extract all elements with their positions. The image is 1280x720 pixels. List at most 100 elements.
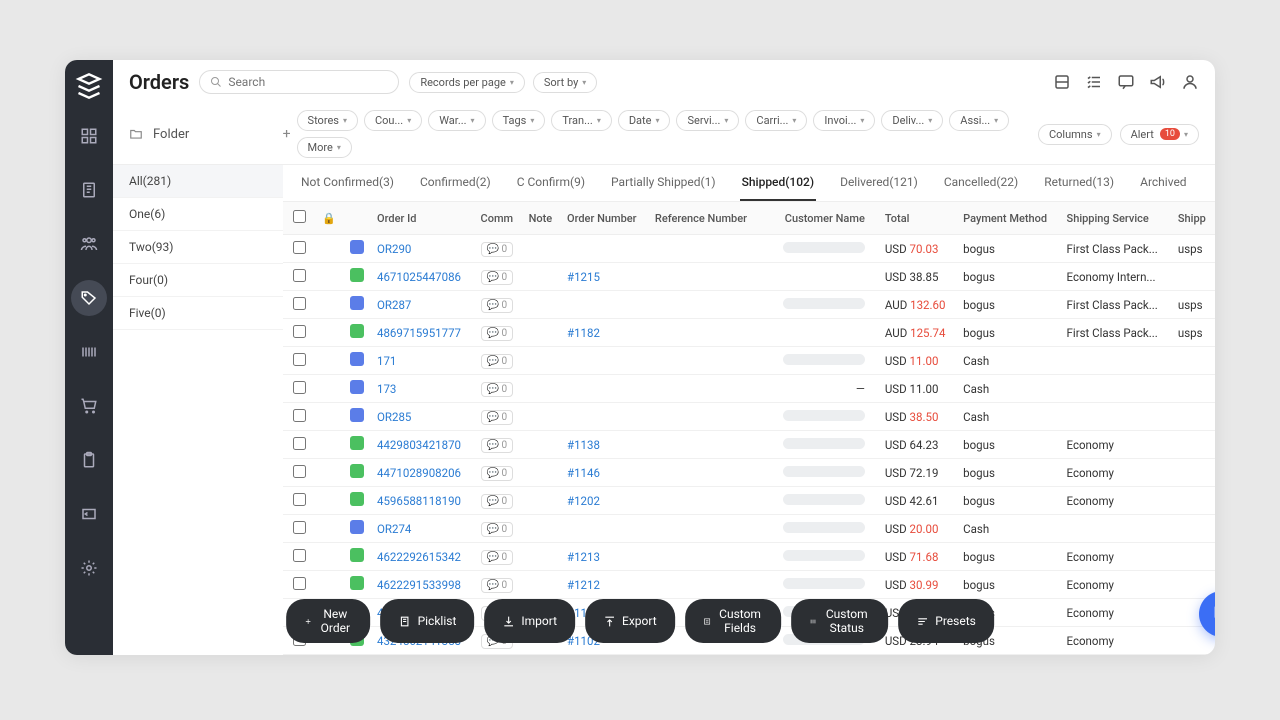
action-button[interactable]: Picklist (381, 599, 475, 643)
order-id-link[interactable]: 4471028908206 (377, 466, 461, 480)
row-checkbox[interactable] (293, 409, 306, 422)
select-all-checkbox[interactable] (293, 210, 306, 223)
order-id-link[interactable]: OR290 (377, 242, 411, 256)
add-folder-button[interactable]: + (283, 126, 291, 142)
row-checkbox[interactable] (293, 521, 306, 534)
search-box[interactable] (199, 70, 399, 94)
row-checkbox[interactable] (293, 381, 306, 394)
order-number-link[interactable]: #1182 (567, 326, 600, 340)
row-checkbox[interactable] (293, 353, 306, 366)
nav-users-icon[interactable] (71, 226, 107, 262)
columns-dropdown[interactable]: Columns▾ (1038, 124, 1112, 145)
order-id-link[interactable]: 173 (377, 382, 396, 396)
action-button[interactable]: Export (585, 599, 675, 643)
tab[interactable]: Not Confirmed(3) (299, 165, 396, 201)
comment-count[interactable]: 💬 0 (481, 298, 514, 313)
tab[interactable]: Delivered(121) (838, 165, 920, 201)
nav-barcode-icon[interactable] (71, 334, 107, 370)
row-checkbox[interactable] (293, 269, 306, 282)
top-pill[interactable]: Sort by ▾ (533, 72, 597, 93)
folder-item[interactable]: One(6) (113, 198, 283, 231)
comment-count[interactable]: 💬 0 (481, 354, 514, 369)
order-number-link[interactable]: #1202 (567, 494, 600, 508)
comment-count[interactable]: 💬 0 (481, 438, 514, 453)
top-pill[interactable]: Records per page ▾ (409, 72, 525, 93)
tab[interactable]: Returned(13) (1042, 165, 1116, 201)
comment-count[interactable]: 💬 0 (481, 550, 514, 565)
action-button[interactable]: New Order (286, 599, 370, 643)
order-number-link[interactable]: #1212 (567, 578, 600, 592)
tab[interactable]: Partially Shipped(1) (609, 165, 718, 201)
row-checkbox[interactable] (293, 493, 306, 506)
folder-item[interactable]: Two(93) (113, 231, 283, 264)
row-checkbox[interactable] (293, 577, 306, 590)
tab[interactable]: C Confirm(9) (515, 165, 587, 201)
row-checkbox[interactable] (293, 325, 306, 338)
folder-item[interactable]: Five(0) (113, 297, 283, 330)
filter-pill[interactable]: Tran... ▾ (551, 110, 611, 131)
comment-count[interactable]: 💬 0 (481, 522, 514, 537)
order-number-link[interactable]: #1138 (567, 438, 600, 452)
checklist-icon[interactable] (1085, 73, 1103, 91)
order-id-link[interactable]: 4429803421870 (377, 438, 461, 452)
filter-pill[interactable]: Invoi... ▾ (813, 110, 875, 131)
user-icon[interactable] (1181, 73, 1199, 91)
search-input[interactable] (228, 75, 388, 89)
tab[interactable]: Confirmed(2) (418, 165, 493, 201)
row-checkbox[interactable] (293, 465, 306, 478)
scan-icon[interactable] (1053, 73, 1071, 91)
filter-pill[interactable]: Date ▾ (618, 110, 671, 131)
order-id-link[interactable]: OR274 (377, 522, 411, 536)
comment-count[interactable]: 💬 0 (481, 326, 514, 341)
order-id-link[interactable]: 4596588118190 (377, 494, 461, 508)
row-checkbox[interactable] (293, 241, 306, 254)
row-checkbox[interactable] (293, 549, 306, 562)
order-number-link[interactable]: #1215 (567, 270, 600, 284)
nav-document-icon[interactable] (71, 172, 107, 208)
action-button[interactable]: Custom Status (791, 599, 888, 643)
tab[interactable]: Cancelled(22) (942, 165, 1020, 201)
nav-settings-icon[interactable] (71, 550, 107, 586)
comment-count[interactable]: 💬 0 (481, 242, 514, 257)
row-checkbox[interactable] (293, 297, 306, 310)
nav-cart-icon[interactable] (71, 388, 107, 424)
chat-icon[interactable] (1117, 73, 1135, 91)
folder-item[interactable]: All(281) (113, 165, 283, 198)
order-number-link[interactable]: #1213 (567, 550, 600, 564)
order-number-link[interactable]: #1146 (567, 466, 600, 480)
nav-clipboard-icon[interactable] (71, 442, 107, 478)
nav-dashboard-icon[interactable] (71, 118, 107, 154)
filter-pill[interactable]: War... ▾ (428, 110, 485, 131)
filter-pill[interactable]: More ▾ (297, 137, 352, 158)
announce-icon[interactable] (1149, 73, 1167, 91)
filter-pill[interactable]: Carri... ▾ (745, 110, 807, 131)
filter-pill[interactable]: Deliv... ▾ (881, 110, 943, 131)
tab[interactable]: Shipped(102) (740, 165, 816, 201)
filter-pill[interactable]: Stores ▾ (297, 110, 358, 131)
order-id-link[interactable]: OR287 (377, 298, 411, 312)
order-id-link[interactable]: 4869715951777 (377, 326, 461, 340)
order-id-link[interactable]: 4622291533998 (377, 578, 461, 592)
action-button[interactable]: Custom Fields (685, 599, 782, 643)
comment-count[interactable]: 💬 0 (481, 410, 514, 425)
action-button[interactable]: Presets (898, 599, 994, 643)
order-id-link[interactable]: 171 (377, 354, 396, 368)
nav-return-icon[interactable] (71, 496, 107, 532)
order-id-link[interactable]: 4671025447086 (377, 270, 461, 284)
nav-tag-icon[interactable] (71, 280, 107, 316)
folder-item[interactable]: Four(0) (113, 264, 283, 297)
filter-pill[interactable]: Tags ▾ (492, 110, 546, 131)
comment-count[interactable]: 💬 0 (481, 466, 514, 481)
tab[interactable]: Archived (1138, 165, 1188, 201)
filter-pill[interactable]: Assi... ▾ (949, 110, 1009, 131)
row-checkbox[interactable] (293, 437, 306, 450)
action-button[interactable]: Import (484, 599, 575, 643)
order-id-link[interactable]: OR285 (377, 410, 411, 424)
comment-count[interactable]: 💬 0 (481, 382, 514, 397)
filter-pill[interactable]: Cou... ▾ (364, 110, 422, 131)
comment-count[interactable]: 💬 0 (481, 494, 514, 509)
order-id-link[interactable]: 4622292615342 (377, 550, 461, 564)
comment-count[interactable]: 💬 0 (481, 578, 514, 593)
filter-pill[interactable]: Servi... ▾ (676, 110, 739, 131)
alert-dropdown[interactable]: Alert10▾ (1120, 124, 1199, 145)
